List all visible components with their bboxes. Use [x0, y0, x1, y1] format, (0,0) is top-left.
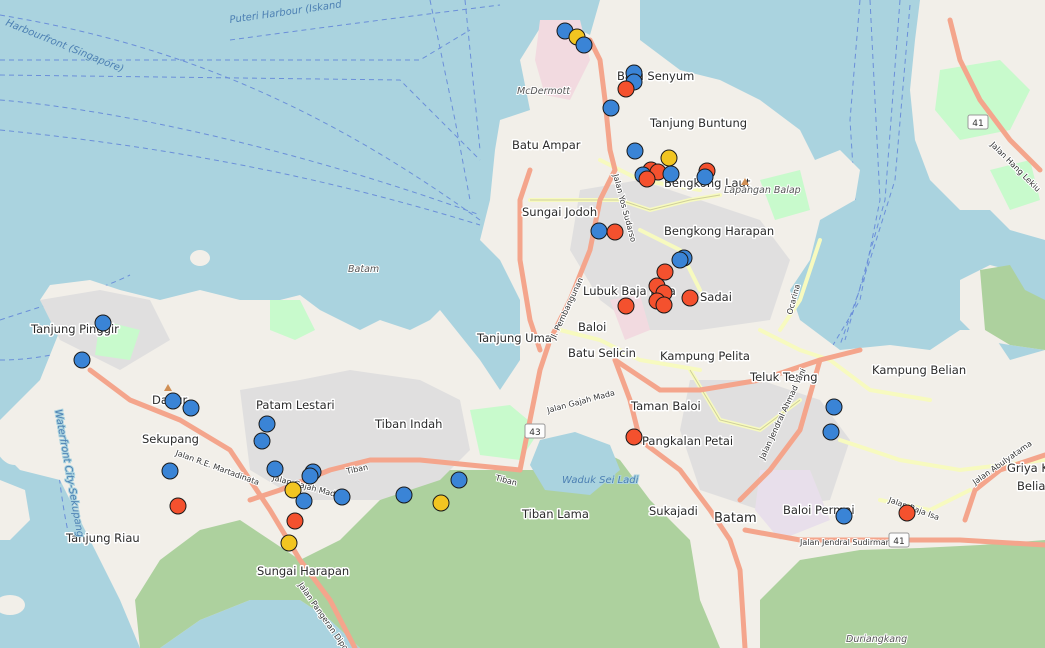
road-label: Jalan Jendral Sudirman [799, 538, 891, 547]
blue-location-marker[interactable] [333, 488, 351, 506]
blue-location-marker[interactable] [182, 399, 200, 417]
route-shield: 41 [888, 532, 910, 548]
red-location-marker[interactable] [286, 512, 304, 530]
place-label: Tanjung Uma [476, 331, 552, 345]
red-location-marker[interactable] [898, 504, 916, 522]
blue-location-marker[interactable] [835, 507, 853, 525]
svg-text:41: 41 [893, 537, 904, 547]
red-location-marker[interactable] [625, 428, 643, 446]
place-label: Belian [1017, 479, 1045, 493]
blue-location-marker[interactable] [696, 168, 714, 186]
place-label: Tiban Indah [374, 417, 442, 431]
place-label: Batu Ampar [512, 138, 581, 152]
place-label: McDermott [517, 86, 571, 97]
place-label: Sadai [700, 290, 732, 304]
red-location-marker[interactable] [655, 296, 673, 314]
blue-location-marker[interactable] [73, 351, 91, 369]
blue-location-marker[interactable] [662, 165, 680, 183]
red-location-marker[interactable] [169, 497, 187, 515]
blue-location-marker[interactable] [671, 251, 689, 269]
route-shield: 41 [967, 114, 989, 130]
place-label: Bengkong Harapan [664, 224, 774, 238]
yellow-location-marker[interactable] [432, 494, 450, 512]
map-view[interactable]: Batu Senyum McDermott Tanjung Buntung Ba… [0, 0, 1045, 648]
place-label: Baloi [578, 320, 606, 334]
red-location-marker[interactable] [617, 297, 635, 315]
blue-location-marker[interactable] [301, 467, 319, 485]
blue-location-marker[interactable] [94, 314, 112, 332]
blue-location-marker[interactable] [602, 99, 620, 117]
place-label: Kampung Pelita [660, 349, 750, 363]
place-label: Patam Lestari [256, 398, 335, 412]
place-label: Kampung Belian [872, 363, 966, 377]
place-label: Teluk Tering [749, 370, 818, 384]
route-shield: 43 [524, 423, 546, 439]
blue-location-marker[interactable] [825, 398, 843, 416]
place-label: Sungai Jodoh [522, 205, 597, 219]
place-label: Griya K [1007, 461, 1045, 475]
blue-location-marker[interactable] [295, 492, 313, 510]
svg-text:41: 41 [972, 119, 983, 129]
place-label: Sukajadi [649, 504, 698, 518]
blue-location-marker[interactable] [161, 462, 179, 480]
blue-location-marker[interactable] [822, 423, 840, 441]
place-label: Waduk Sei Ladi [562, 475, 639, 486]
blue-location-marker[interactable] [575, 36, 593, 54]
blue-location-marker[interactable] [253, 432, 271, 450]
red-location-marker[interactable] [638, 170, 656, 188]
blue-location-marker[interactable] [266, 460, 284, 478]
svg-text:43: 43 [529, 428, 540, 438]
blue-location-marker[interactable] [626, 142, 644, 160]
blue-location-marker[interactable] [395, 486, 413, 504]
red-location-marker[interactable] [617, 80, 635, 98]
blue-location-marker[interactable] [590, 222, 608, 240]
place-label: Tanjung Buntung [649, 116, 747, 130]
place-label: Pangkalan Petai [642, 434, 733, 448]
map-canvas[interactable]: Batu Senyum McDermott Tanjung Buntung Ba… [0, 0, 1045, 648]
place-label: Batam [348, 264, 379, 275]
place-label: Taman Baloi [630, 399, 701, 413]
red-location-marker[interactable] [656, 263, 674, 281]
place-label: Batu Selicin [568, 346, 636, 360]
red-location-marker[interactable] [606, 223, 624, 241]
yellow-location-marker[interactable] [280, 534, 298, 552]
blue-location-marker[interactable] [258, 415, 276, 433]
yellow-location-marker[interactable] [660, 149, 678, 167]
place-label: Sungai Harapan [257, 564, 349, 578]
place-label: Tiban Lama [521, 507, 589, 521]
place-label: Lapangan Balap [724, 185, 801, 196]
place-label: Duriangkang [846, 634, 907, 645]
place-label: Sekupang [142, 432, 199, 446]
place-label: Batam [714, 511, 757, 526]
blue-location-marker[interactable] [164, 392, 182, 410]
red-location-marker[interactable] [681, 289, 699, 307]
blue-location-marker[interactable] [450, 471, 468, 489]
